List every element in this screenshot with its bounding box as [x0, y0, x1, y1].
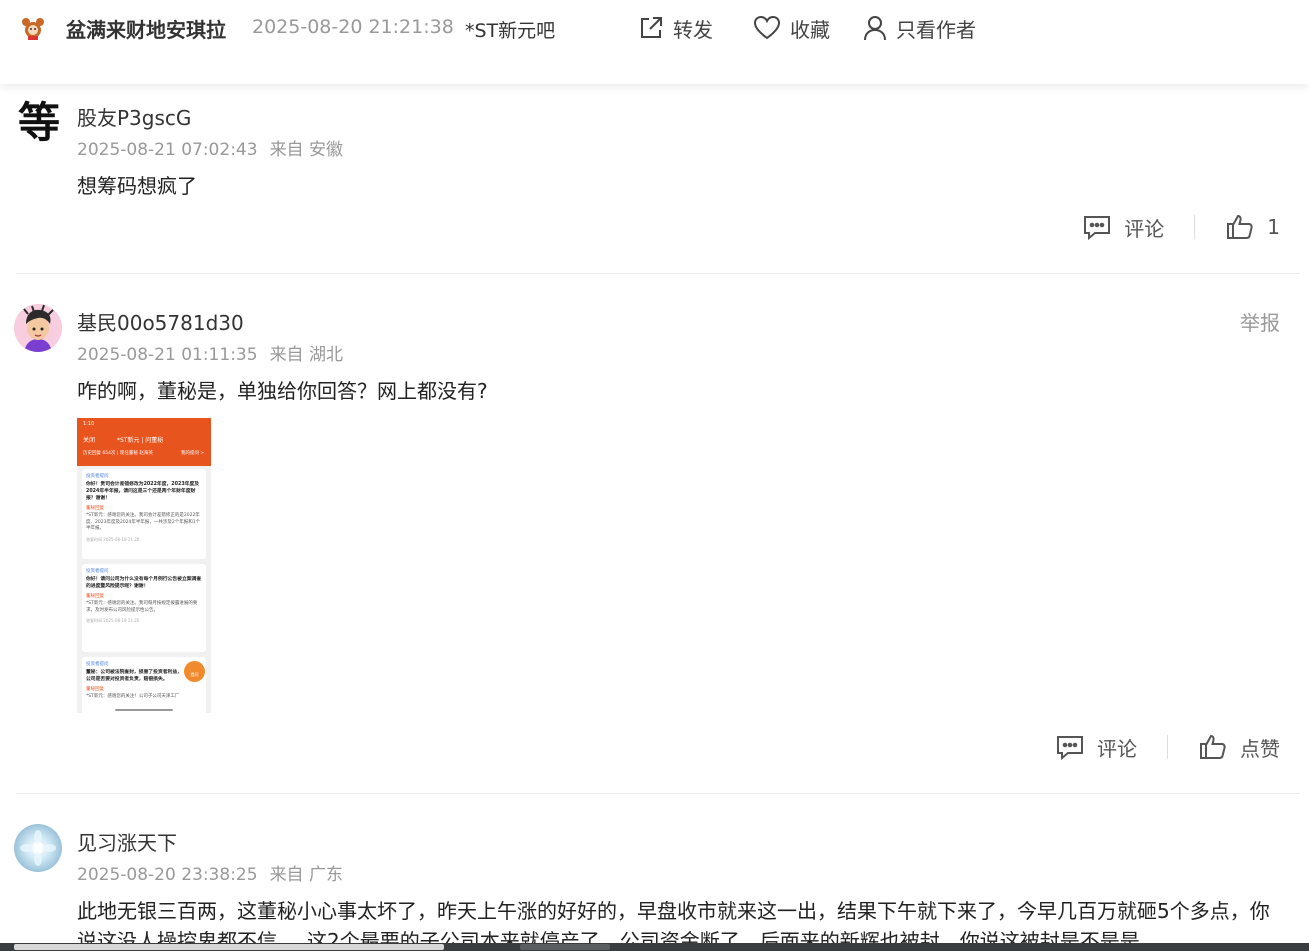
- image-summary-link: 我的提问 >: [181, 451, 205, 456]
- image-card-time: 答复时间 2025-08-19 11:20: [86, 618, 140, 623]
- action-separator: [1194, 215, 1196, 239]
- comment-location: 来自 湖北: [269, 345, 343, 365]
- image-card-answer-head: 董秘回复: [86, 506, 104, 511]
- image-card-asker: 投资者提问: [86, 569, 109, 574]
- report-link[interactable]: 举报: [1240, 307, 1280, 336]
- image-card-answer-head: 董秘回复: [86, 687, 104, 692]
- image-status-time: 1:10: [83, 421, 95, 427]
- comment-time: 2025-08-20 23:38:25: [77, 865, 258, 885]
- author-only-button[interactable]: 只看作者: [862, 13, 976, 43]
- image-card-question: 董秘：公司被法院查封，损害了投资者利益，公司是否要对投资者负责，赔偿损失。: [86, 670, 182, 682]
- author-avatar-icon[interactable]: [20, 15, 46, 41]
- image-card-question: 你好！贵司会计差错修改为2022年度，2023年度及2024年半年报，请问这是三…: [86, 482, 200, 501]
- share-button[interactable]: 转发: [637, 13, 713, 43]
- forum-link[interactable]: *ST新元吧: [465, 16, 555, 43]
- cartoon-avatar-icon: [14, 304, 62, 352]
- user-icon: [864, 16, 886, 41]
- image-summary: 历史回复 654次 | 现任董秘 赵海英: [83, 451, 153, 456]
- author-only-label: 只看作者: [896, 17, 976, 42]
- image-card-time: 答复时间 2025-08-19 11:20: [86, 536, 140, 542]
- post-time: 2025-08-20 21:21:38: [252, 16, 454, 38]
- comment-actions: 评论 1: [1082, 212, 1280, 242]
- image-status-bar: 1:10 关闭 *ST新元 | 问董秘 历史回复 654次 | 现任董秘 赵海英…: [77, 418, 211, 466]
- favorite-button[interactable]: 收藏: [752, 13, 830, 43]
- comment-location: 来自 安徽: [269, 140, 343, 160]
- comment-username[interactable]: 基民00o5781d30: [77, 307, 244, 336]
- image-home-indicator: [115, 709, 173, 711]
- image-card: 投资者提问 你好！请问公司为什么没有每个月例行公告被立案调查的进度暨风险提示呢？…: [82, 564, 206, 652]
- favorite-label: 收藏: [790, 17, 830, 42]
- image-nav-back: 关闭: [83, 437, 96, 444]
- image-card-answer-head: 董秘回复: [86, 594, 104, 599]
- scrollbar-track-segment: [520, 944, 610, 950]
- share-icon: [641, 17, 662, 38]
- user-avatar[interactable]: [14, 824, 62, 872]
- like-button[interactable]: 1: [1225, 212, 1280, 242]
- post-header: 盆满来财地安琪拉 2025-08-20 21:21:38 *ST新元吧 转发 收…: [0, 0, 1309, 84]
- comment-actions: 评论 点赞: [1055, 732, 1280, 762]
- comment-button[interactable]: 评论: [1055, 733, 1137, 762]
- image-card-answer: *ST新元：感谢您的关注。我司会计差错修正的是2022年度、2023年度及202…: [86, 513, 201, 531]
- user-avatar[interactable]: [14, 304, 62, 352]
- image-fab: 提问: [184, 661, 205, 682]
- comment-time: 2025-08-21 07:02:43: [77, 140, 258, 160]
- image-fab-label: 提问: [190, 672, 199, 677]
- comment-meta: 2025-08-20 23:38:25 来自 广东: [77, 860, 343, 885]
- comment-text: 咋的啊，董秘是，单独给你回答？网上都没有?: [77, 379, 488, 403]
- image-card-question: 你好！请问公司为什么没有每个月例行公告被立案调查的进度暨风险提示呢？谢谢！: [86, 577, 202, 589]
- comment-meta: 2025-08-21 01:11:35 来自 湖北: [77, 340, 343, 365]
- comment-label: 评论: [1097, 736, 1137, 761]
- author-name[interactable]: 盆满来财地安琪拉: [66, 14, 226, 43]
- like-count: 1: [1267, 215, 1280, 239]
- avatar-glyph: 等: [17, 98, 60, 147]
- comment-text: 此地无银三百两，这董秘小心事太坏了，昨天上午涨的好好的，早盘收市就来这一出，结果…: [77, 899, 1270, 943]
- comment-button[interactable]: 评论: [1082, 213, 1164, 242]
- scrollbar-thumb[interactable]: [14, 944, 444, 950]
- thumbs-up-icon: [1200, 734, 1226, 759]
- image-card: 投资者提问 你好！贵司会计差错修改为2022年度，2023年度及2024年半年报…: [82, 469, 206, 559]
- share-label: 转发: [673, 17, 713, 42]
- comment-icon: [1084, 216, 1111, 241]
- image-body: 投资者提问 你好！贵司会计差错修改为2022年度，2023年度及2024年半年报…: [77, 466, 211, 713]
- heart-icon: [753, 15, 781, 40]
- flower-avatar-icon: [20, 830, 56, 866]
- comment-icon: [1057, 736, 1083, 761]
- action-separator: [1167, 735, 1168, 759]
- comment-label: 评论: [1124, 216, 1165, 241]
- comment-username[interactable]: 见习涨天下: [77, 827, 177, 856]
- thumbs-up-icon: [1227, 214, 1253, 239]
- image-card-answer: *ST新元：感谢您的关注！公司子公司天津工厂: [86, 694, 180, 699]
- comment-divider: [16, 273, 1300, 274]
- comment-meta: 2025-08-21 07:02:43 来自 安徽: [77, 135, 343, 160]
- image-card-asker: 投资者提问: [86, 474, 109, 479]
- comment-time: 2025-08-21 01:11:35: [77, 345, 258, 365]
- like-button[interactable]: 点赞: [1198, 732, 1280, 762]
- like-label: 点赞: [1240, 736, 1280, 761]
- comment-image[interactable]: 1:10 关闭 *ST新元 | 问董秘 历史回复 654次 | 现任董秘 赵海英…: [77, 418, 211, 713]
- horizontal-scrollbar[interactable]: [0, 943, 1309, 951]
- image-nav-title: *ST新元 | 问董秘: [117, 437, 164, 444]
- comment-location: 来自 广东: [269, 865, 343, 885]
- comment-text: 想筹码想疯了: [77, 174, 197, 198]
- comment-username[interactable]: 股友P3gscG: [77, 102, 191, 131]
- image-card-answer: *ST新元：感谢您的关注。我司每月按规定披露进展的要求，及时发布公司风险提示性公…: [86, 601, 198, 613]
- comment-divider: [16, 793, 1300, 794]
- user-avatar[interactable]: 等: [14, 98, 64, 148]
